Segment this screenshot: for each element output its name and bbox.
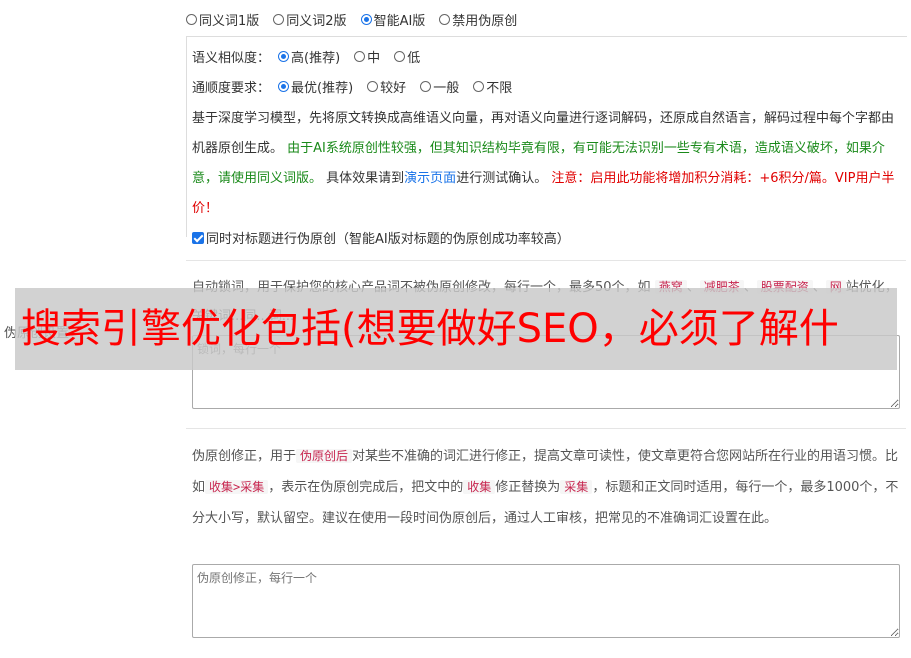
- radio-icon[interactable]: [354, 51, 366, 62]
- fluency-label: 通顺度要求：: [192, 81, 271, 96]
- similarity-high[interactable]: 高(推荐): [278, 47, 340, 66]
- fluency-unlimited[interactable]: 不限: [473, 77, 512, 96]
- version-option-ai[interactable]: 智能AI版: [360, 10, 425, 29]
- fluency-good[interactable]: 较好: [367, 77, 406, 96]
- overlay-banner: 搜索引擎优化包括(想要做好SEO，必须了解什: [15, 288, 897, 370]
- fix-text: 伪原创修正，用于: [192, 449, 297, 464]
- fluency-best[interactable]: 最优(推荐): [278, 77, 353, 96]
- title-checkbox-label: 同时对标题进行伪原创（智能AI版对标题的伪原创成功率较高）: [206, 232, 570, 247]
- radio-icon[interactable]: [473, 81, 485, 92]
- version-option-disable[interactable]: 禁用伪原创: [439, 10, 517, 29]
- fix-text: 修正替换为: [495, 480, 561, 495]
- fix-description: 伪原创修正，用于 伪原创后 对某些不准确的词汇进行修正，提高文章可读性，使文章更符合…: [192, 441, 904, 534]
- radio-icon[interactable]: [439, 14, 451, 25]
- fluency-normal[interactable]: 一般: [420, 77, 459, 96]
- radio-icon[interactable]: [278, 81, 290, 92]
- similarity-medium[interactable]: 中: [354, 47, 380, 66]
- divider: [186, 260, 906, 261]
- radio-icon[interactable]: [186, 14, 197, 25]
- example-tag: 伪原创后: [296, 449, 353, 463]
- desc-text: 具体效果请到: [326, 171, 405, 186]
- fix-text: ，表示在伪原创完成后，把文中的: [268, 480, 464, 495]
- desc-text: 进行测试确认。: [456, 171, 548, 186]
- radio-icon[interactable]: [394, 51, 406, 62]
- radio-icon[interactable]: [360, 14, 372, 25]
- version-option-synonym2[interactable]: 同义词2版: [273, 10, 347, 29]
- similarity-row: 语义相似度： 高(推荐) 中 低: [192, 47, 420, 66]
- version-option-synonym1[interactable]: 同义词1版: [186, 10, 259, 29]
- divider: [186, 428, 906, 429]
- example-tag: 采集: [560, 480, 593, 494]
- similarity-low[interactable]: 低: [394, 47, 420, 66]
- fix-words-input[interactable]: [192, 564, 900, 638]
- checkbox-icon[interactable]: [192, 231, 204, 244]
- similarity-label: 语义相似度：: [192, 51, 271, 66]
- overlay-text: 搜索引擎优化包括(想要做好SEO，必须了解什: [21, 306, 839, 352]
- example-tag: 收集>采集: [205, 480, 269, 494]
- radio-icon[interactable]: [273, 14, 285, 25]
- radio-icon[interactable]: [367, 81, 379, 92]
- ai-description: 基于深度学习模型，先将原文转换成高维语义向量，再对语义向量进行逐词解码，还原成自…: [192, 104, 900, 224]
- radio-icon[interactable]: [278, 51, 290, 62]
- fluency-row: 通顺度要求： 最优(推荐) 较好 一般 不限: [192, 77, 512, 96]
- radio-icon[interactable]: [420, 81, 432, 92]
- demo-page-link[interactable]: 演示页面: [404, 171, 456, 186]
- title-rewrite-checkbox-row[interactable]: 同时对标题进行伪原创（智能AI版对标题的伪原创成功率较高）: [192, 228, 570, 247]
- example-tag: 收集: [463, 480, 496, 494]
- version-radio-group: 同义词1版 同义词2版 智能AI版 禁用伪原创: [186, 10, 517, 29]
